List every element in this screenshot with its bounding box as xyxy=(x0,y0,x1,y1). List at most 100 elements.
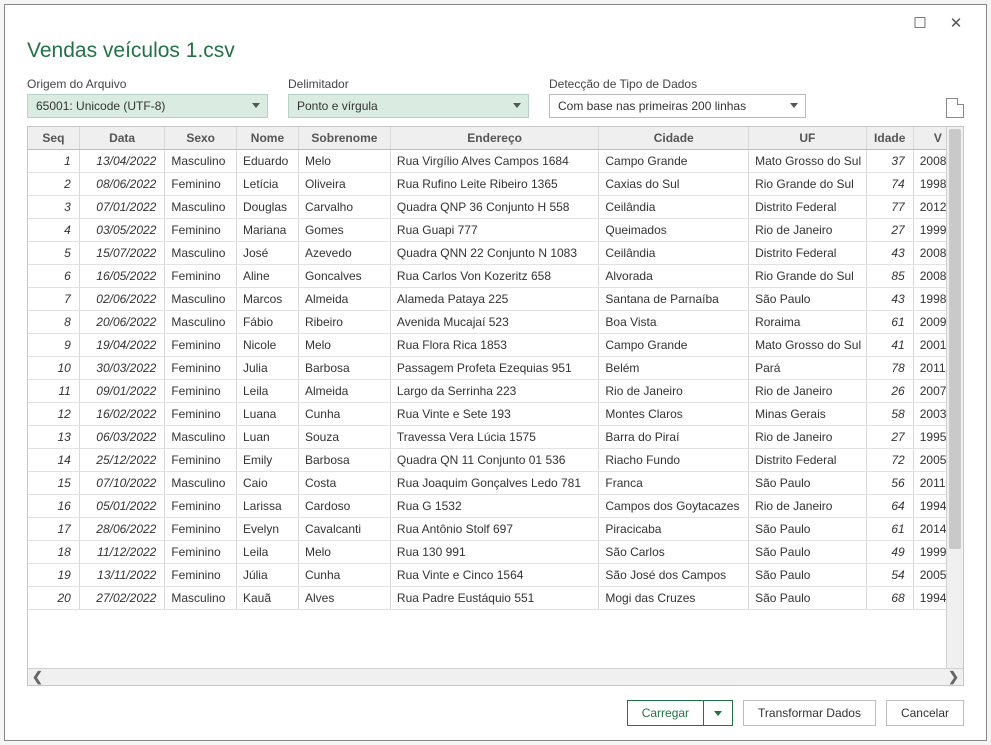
cell-uf: São Paulo xyxy=(749,471,867,494)
cell-sobrenome: Souza xyxy=(298,425,390,448)
col-seq[interactable]: Seq xyxy=(28,127,79,149)
col-endereco[interactable]: Endereço xyxy=(390,127,598,149)
load-button-split: Carregar xyxy=(627,700,733,726)
cell-endereco: Passagem Profeta Ezequias 951 xyxy=(390,356,598,379)
cell-sexo: Masculino xyxy=(165,471,237,494)
table-row[interactable]: 403/05/2022FemininoMarianaGomesRua Guapi… xyxy=(28,218,963,241)
origin-group: Origem do Arquivo 65001: Unicode (UTF-8) xyxy=(27,77,268,118)
table-row[interactable]: 1109/01/2022FemininoLeilaAlmeidaLargo da… xyxy=(28,379,963,402)
cell-sobrenome: Azevedo xyxy=(298,241,390,264)
close-button[interactable]: ✕ xyxy=(948,15,964,31)
cell-nome: Caio xyxy=(236,471,298,494)
cell-sexo: Feminino xyxy=(165,356,237,379)
cell-idade: 54 xyxy=(866,563,913,586)
cell-seq: 14 xyxy=(28,448,79,471)
cell-sexo: Feminino xyxy=(165,402,237,425)
col-sexo[interactable]: Sexo xyxy=(165,127,237,149)
table-row[interactable]: 1811/12/2022FemininoLeilaMeloRua 130 991… xyxy=(28,540,963,563)
table-row[interactable]: 113/04/2022MasculinoEduardoMeloRua Virgí… xyxy=(28,149,963,172)
cell-cidade: São Carlos xyxy=(599,540,749,563)
col-sobrenome[interactable]: Sobrenome xyxy=(298,127,390,149)
cell-seq: 5 xyxy=(28,241,79,264)
load-dropdown-button[interactable] xyxy=(704,700,733,726)
cell-sobrenome: Ribeiro xyxy=(298,310,390,333)
vertical-scrollbar[interactable] xyxy=(946,127,963,668)
cell-endereco: Quadra QN 11 Conjunto 01 536 xyxy=(390,448,598,471)
table-row[interactable]: 702/06/2022MasculinoMarcosAlmeidaAlameda… xyxy=(28,287,963,310)
cell-cidade: Piracicaba xyxy=(599,517,749,540)
cell-endereco: Rua Virgílio Alves Campos 1684 xyxy=(390,149,598,172)
maximize-button[interactable]: ☐ xyxy=(912,15,928,31)
col-nome[interactable]: Nome xyxy=(236,127,298,149)
delimiter-dropdown[interactable]: Ponto e vírgula xyxy=(288,94,529,118)
table-row[interactable]: 1728/06/2022FemininoEvelynCavalcantiRua … xyxy=(28,517,963,540)
cell-data: 27/02/2022 xyxy=(79,586,165,609)
transform-button[interactable]: Transformar Dados xyxy=(743,700,876,726)
cell-cidade: Belém xyxy=(599,356,749,379)
table-row[interactable]: 820/06/2022MasculinoFábioRibeiroAvenida … xyxy=(28,310,963,333)
load-button[interactable]: Carregar xyxy=(627,700,704,726)
cell-cidade: Rio de Janeiro xyxy=(599,379,749,402)
cell-uf: Distrito Federal xyxy=(749,448,867,471)
cell-endereco: Rua Padre Eustáquio 551 xyxy=(390,586,598,609)
detection-dropdown[interactable]: Com base nas primeiras 200 linhas xyxy=(549,94,806,118)
cell-seq: 1 xyxy=(28,149,79,172)
cell-data: 13/04/2022 xyxy=(79,149,165,172)
cancel-button[interactable]: Cancelar xyxy=(886,700,964,726)
table-row[interactable]: 2027/02/2022MasculinoKauãAlvesRua Padre … xyxy=(28,586,963,609)
cell-uf: Minas Gerais xyxy=(749,402,867,425)
table-row[interactable]: 1030/03/2022FemininoJuliaBarbosaPassagem… xyxy=(28,356,963,379)
cell-endereco: Avenida Mucajaí 523 xyxy=(390,310,598,333)
cell-uf: Rio de Janeiro xyxy=(749,218,867,241)
cell-seq: 7 xyxy=(28,287,79,310)
settings-page-icon[interactable] xyxy=(946,98,964,118)
cell-endereco: Largo da Serrinha 223 xyxy=(390,379,598,402)
cell-nome: Luana xyxy=(236,402,298,425)
table-row[interactable]: 307/01/2022MasculinoDouglasCarvalhoQuadr… xyxy=(28,195,963,218)
cell-uf: Distrito Federal xyxy=(749,241,867,264)
preview-table-container: Seq Data Sexo Nome Sobrenome Endereço Ci… xyxy=(27,126,964,686)
cell-uf: Rio Grande do Sul xyxy=(749,172,867,195)
cell-nome: Mariana xyxy=(236,218,298,241)
col-uf[interactable]: UF xyxy=(749,127,867,149)
chevron-down-icon xyxy=(790,103,798,108)
cell-sobrenome: Melo xyxy=(298,333,390,356)
table-row[interactable]: 616/05/2022FemininoAlineGoncalvesRua Car… xyxy=(28,264,963,287)
cell-endereco: Rua Joaquim Gonçalves Ledo 781 xyxy=(390,471,598,494)
scroll-right-icon[interactable]: ❯ xyxy=(948,669,959,685)
cell-seq: 6 xyxy=(28,264,79,287)
cell-cidade: Boa Vista xyxy=(599,310,749,333)
col-idade[interactable]: Idade xyxy=(866,127,913,149)
cell-endereco: Rua 130 991 xyxy=(390,540,598,563)
col-data[interactable]: Data xyxy=(79,127,165,149)
cell-sobrenome: Barbosa xyxy=(298,448,390,471)
cell-idade: 58 xyxy=(866,402,913,425)
origin-dropdown[interactable]: 65001: Unicode (UTF-8) xyxy=(27,94,268,118)
origin-label: Origem do Arquivo xyxy=(27,77,268,91)
table-row[interactable]: 1306/03/2022MasculinoLuanSouzaTravessa V… xyxy=(28,425,963,448)
cell-uf: Mato Grosso do Sul xyxy=(749,333,867,356)
cell-idade: 27 xyxy=(866,425,913,448)
cell-data: 03/05/2022 xyxy=(79,218,165,241)
cell-nome: Leila xyxy=(236,379,298,402)
table-row[interactable]: 1605/01/2022FemininoLarissaCardosoRua G … xyxy=(28,494,963,517)
table-row[interactable]: 515/07/2022MasculinoJoséAzevedoQuadra QN… xyxy=(28,241,963,264)
detection-value: Com base nas primeiras 200 linhas xyxy=(558,99,746,113)
scroll-left-icon[interactable]: ❮ xyxy=(32,669,43,685)
cell-sexo: Masculino xyxy=(165,241,237,264)
table-row[interactable]: 1425/12/2022FemininoEmilyBarbosaQuadra Q… xyxy=(28,448,963,471)
cell-idade: 68 xyxy=(866,586,913,609)
table-row[interactable]: 208/06/2022FemininoLetíciaOliveiraRua Ru… xyxy=(28,172,963,195)
cell-data: 30/03/2022 xyxy=(79,356,165,379)
table-row[interactable]: 919/04/2022FemininoNicoleMeloRua Flora R… xyxy=(28,333,963,356)
cell-data: 07/01/2022 xyxy=(79,195,165,218)
horizontal-scrollbar[interactable]: ❮ ❯ xyxy=(28,668,963,685)
table-row[interactable]: 1507/10/2022MasculinoCaioCostaRua Joaqui… xyxy=(28,471,963,494)
table-row[interactable]: 1216/02/2022FemininoLuanaCunhaRua Vinte … xyxy=(28,402,963,425)
scrollbar-thumb[interactable] xyxy=(949,129,961,549)
delimiter-group: Delimitador Ponto e vírgula xyxy=(288,77,529,118)
col-cidade[interactable]: Cidade xyxy=(599,127,749,149)
table-row[interactable]: 1913/11/2022FemininoJúliaCunhaRua Vinte … xyxy=(28,563,963,586)
cell-sobrenome: Melo xyxy=(298,540,390,563)
preview-table: Seq Data Sexo Nome Sobrenome Endereço Ci… xyxy=(28,127,963,610)
